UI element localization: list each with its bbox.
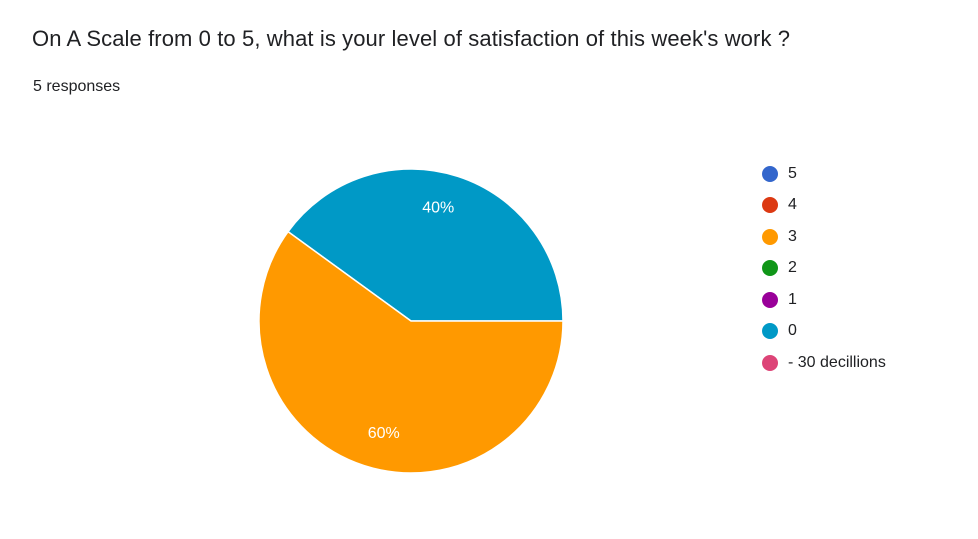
legend-swatch [762,260,778,277]
legend-swatch [762,291,778,308]
legend-label: 4 [788,196,797,214]
legend-swatch [762,197,778,214]
legend-label: 2 [788,259,797,277]
legend-item: 0 [762,316,886,348]
chart-legend: 5 4 3 2 1 0 - 30 decillions [762,158,886,379]
legend-swatch [762,323,778,340]
legend-swatch [762,354,778,371]
legend-label: 5 [788,164,797,182]
legend-item: 1 [762,284,886,316]
legend-item: 5 [762,158,886,190]
legend-label: - 30 decillions [788,353,886,371]
pie-label-3: 60% [368,425,400,442]
legend-label: 0 [788,322,797,340]
legend-item: 4 [762,190,886,222]
legend-swatch [762,228,778,245]
legend-item: 3 [762,221,886,253]
legend-label: 3 [788,227,797,245]
pie-label-0: 40% [422,199,454,216]
legend-swatch [762,165,778,182]
legend-item: 2 [762,253,886,285]
legend-label: 1 [788,290,797,308]
legend-item: - 30 decillions [762,347,886,379]
